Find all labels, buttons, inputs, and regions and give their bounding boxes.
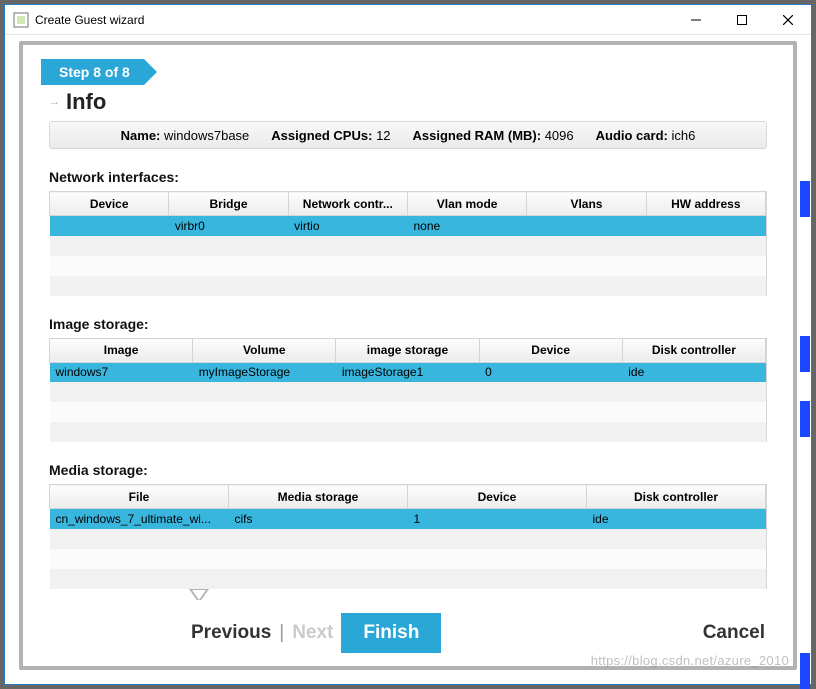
col-bridge[interactable]: Bridge [169, 192, 288, 216]
scroll-mark [800, 653, 810, 689]
table-row [50, 422, 766, 442]
finish-button[interactable]: Finish [341, 613, 441, 653]
col-device[interactable]: Device [50, 192, 169, 216]
page-title: Info [66, 89, 106, 115]
col-device[interactable]: Device [479, 338, 622, 362]
info-heading-row: → Info [49, 89, 767, 115]
section-title-image: Image storage: [49, 316, 767, 332]
summary-ram: Assigned RAM (MB): 4096 [413, 128, 574, 143]
summary-bar: Name: windows7base Assigned CPUs: 12 Ass… [49, 121, 767, 149]
table-row [50, 276, 766, 296]
scroll-mark [800, 401, 810, 437]
table-row [50, 569, 766, 589]
image-table: Image Volume image storage Device Disk c… [49, 338, 767, 443]
window-title: Create Guest wizard [35, 13, 673, 27]
network-table: Device Bridge Network contr... Vlan mode… [49, 191, 767, 296]
table-row [50, 382, 766, 402]
window-frame: Create Guest wizard Step 8 of 8 → Info N… [4, 4, 812, 685]
section-title-network: Network interfaces: [49, 169, 767, 185]
previous-button[interactable]: Previous [191, 622, 271, 644]
wizard-nav-group: Previous | Next Finish [191, 613, 441, 653]
col-disk-controller[interactable]: Disk controller [622, 338, 765, 362]
titlebar: Create Guest wizard [5, 5, 811, 35]
collapse-arrow-icon: → [49, 96, 60, 108]
table-row [50, 549, 766, 569]
col-vlan-mode[interactable]: Vlan mode [407, 192, 526, 216]
cancel-button[interactable]: Cancel [703, 622, 765, 644]
summary-name: Name: windows7base [121, 128, 250, 143]
panel-tail-icon [192, 590, 206, 600]
wizard-content: Step 8 of 8 → Info Name: windows7base As… [23, 45, 793, 600]
table-row[interactable]: cn_windows_7_ultimate_wi... cifs 1 ide [50, 509, 766, 529]
summary-cpus: Assigned CPUs: 12 [271, 128, 390, 143]
nav-divider: | [279, 622, 284, 644]
col-controller[interactable]: Network contr... [288, 192, 407, 216]
right-scroll-gutter [797, 41, 811, 670]
table-row [50, 236, 766, 256]
next-button: Next [292, 622, 333, 644]
summary-audio: Audio card: ich6 [596, 128, 696, 143]
col-vlans[interactable]: Vlans [527, 192, 646, 216]
scroll-mark [800, 336, 810, 372]
table-row [50, 402, 766, 422]
col-file[interactable]: File [50, 485, 229, 509]
step-ribbon: Step 8 of 8 [49, 59, 144, 85]
col-media-storage[interactable]: Media storage [229, 485, 408, 509]
minimize-button[interactable] [673, 5, 719, 35]
scroll-mark [800, 181, 810, 217]
wizard-footer: Previous | Next Finish Cancel [23, 600, 793, 666]
wizard-panel: Step 8 of 8 → Info Name: windows7base As… [19, 41, 797, 670]
media-table: File Media storage Device Disk controlle… [49, 484, 767, 589]
maximize-button[interactable] [719, 5, 765, 35]
app-icon [13, 12, 29, 28]
table-row[interactable]: virbr0 virtio none [50, 216, 766, 236]
close-button[interactable] [765, 5, 811, 35]
col-device[interactable]: Device [408, 485, 587, 509]
col-image[interactable]: Image [50, 338, 193, 362]
table-row [50, 256, 766, 276]
table-row[interactable]: windows7 myImageStorage imageStorage1 0 … [50, 362, 766, 382]
col-disk-controller[interactable]: Disk controller [587, 485, 766, 509]
col-volume[interactable]: Volume [193, 338, 336, 362]
section-title-media: Media storage: [49, 462, 767, 478]
col-hw-address[interactable]: HW address [646, 192, 765, 216]
col-image-storage[interactable]: image storage [336, 338, 479, 362]
table-row [50, 529, 766, 549]
